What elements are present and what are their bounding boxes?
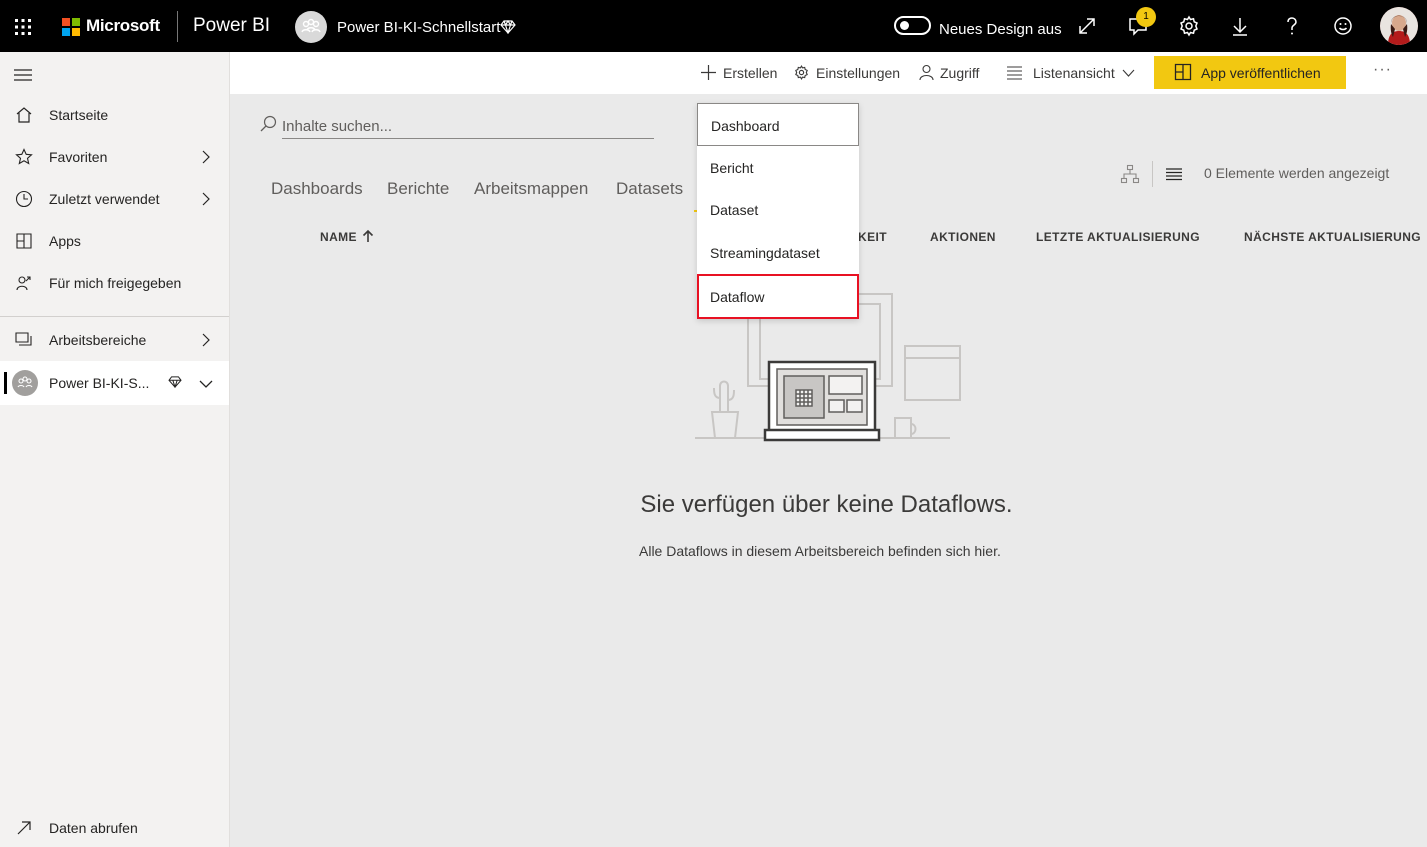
download-icon[interactable] [1228, 14, 1252, 38]
menu-item-label: Dataflow [710, 289, 765, 305]
arrow-up-right-icon [17, 821, 31, 835]
chevron-right-icon[interactable] [199, 150, 213, 164]
person-icon [919, 64, 934, 81]
sidebar-item-label: Favoriten [49, 149, 108, 165]
user-avatar[interactable] [1380, 7, 1418, 45]
app-icon [1174, 63, 1192, 81]
sidebar-item-favorites[interactable]: Favoriten [0, 138, 229, 176]
empty-state-subtitle: Alle Dataflows in diesem Arbeitsbereich … [639, 543, 1001, 559]
plus-icon [701, 65, 716, 80]
menu-item-label: Dashboard [711, 118, 780, 134]
left-navigation: Startseite Favoriten Zuletzt verwendet A… [0, 52, 230, 847]
workspaces-icon [15, 332, 32, 346]
chevron-down-icon [1122, 69, 1135, 77]
workspace-name[interactable]: Power BI-KI-Schnellstart [337, 19, 500, 36]
tab-workbooks[interactable]: Arbeitsmappen [474, 179, 588, 199]
hamburger-menu-icon[interactable] [14, 68, 32, 82]
microsoft-logo-icon [62, 18, 80, 36]
design-toggle-label: Neues Design aus [939, 21, 1062, 38]
get-data-label: Daten abrufen [49, 820, 138, 836]
lineage-view-icon[interactable] [1120, 164, 1140, 184]
get-data-link[interactable]: Daten abrufen [0, 809, 229, 847]
column-actions[interactable]: AKTIONEN [930, 230, 996, 244]
chevron-right-icon[interactable] [199, 192, 213, 206]
menu-item-report[interactable]: Bericht [697, 146, 859, 189]
create-button[interactable]: Erstellen [700, 65, 777, 81]
menu-item-dataflow[interactable]: Dataflow [697, 274, 859, 319]
menu-item-streaming-dataset[interactable]: Streamingdataset [697, 231, 859, 274]
sidebar-item-label: Startseite [49, 107, 109, 123]
sidebar-item-label: Apps [49, 233, 81, 249]
star-icon [15, 148, 33, 165]
access-button[interactable]: Zugriff [918, 64, 980, 81]
list-view-icon[interactable] [1164, 164, 1184, 184]
premium-diamond-icon [500, 20, 516, 34]
feedback-icon[interactable] [1331, 14, 1355, 38]
create-menu: Dashboard Bericht Dataset Streamingdatas… [697, 103, 859, 319]
sort-ascending-icon[interactable] [362, 229, 374, 243]
divider [1152, 161, 1153, 187]
divider [177, 11, 178, 42]
menu-item-dataset[interactable]: Dataset [697, 188, 859, 231]
settings-button[interactable]: Einstellungen [793, 65, 900, 81]
workspace-avatar [12, 370, 38, 396]
column-name[interactable]: NAME [320, 230, 357, 244]
menu-item-label: Bericht [710, 160, 754, 176]
app-name[interactable]: Power BI [193, 15, 270, 37]
design-toggle[interactable] [894, 16, 931, 35]
publish-app-button[interactable]: App veröffentlichen [1154, 56, 1346, 89]
more-options-button[interactable]: ··· [1373, 61, 1392, 79]
sidebar-item-apps[interactable]: Apps [0, 222, 229, 260]
search-icon [260, 115, 277, 132]
sidebar-item-label: Power BI-KI-S... [49, 375, 150, 391]
sidebar-item-workspaces[interactable]: Arbeitsbereiche [0, 321, 229, 359]
sidebar-item-label: Zuletzt verwendet [49, 191, 160, 207]
sidebar-item-shared[interactable]: Für mich freigegeben [0, 264, 229, 302]
empty-state-title: Sie verfügen über keine Dataflows. [0, 491, 1427, 519]
column-last-refresh[interactable]: LETZTE AKTUALISIERUNG [1036, 230, 1200, 244]
list-view-dropdown[interactable]: Listenansicht [1006, 65, 1135, 81]
column-next-refresh[interactable]: NÄCHSTE AKTUALISIERUNG [1244, 230, 1421, 244]
tab-datasets[interactable]: Datasets [616, 179, 683, 199]
list-icon [1007, 66, 1022, 80]
divider [0, 316, 229, 317]
workspace-avatar [295, 11, 327, 43]
sidebar-item-recent[interactable]: Zuletzt verwendet [0, 180, 229, 218]
sidebar-item-label: Für mich freigegeben [49, 275, 182, 291]
access-label: Zugriff [940, 65, 980, 81]
premium-diamond-icon [168, 376, 182, 388]
item-count: 0 Elemente werden angezeigt [1204, 165, 1390, 181]
search-box [258, 112, 654, 142]
menu-item-dashboard[interactable]: Dashboard [697, 103, 859, 146]
home-icon [16, 107, 32, 123]
list-view-label: Listenansicht [1033, 65, 1115, 81]
active-indicator [4, 372, 7, 394]
apps-icon [16, 233, 32, 249]
settings-icon [795, 65, 808, 80]
tab-reports[interactable]: Berichte [387, 179, 449, 199]
microsoft-brand[interactable]: Microsoft [86, 16, 160, 36]
search-input[interactable] [282, 115, 654, 139]
clock-icon [15, 190, 33, 208]
sidebar-item-current-workspace[interactable]: Power BI-KI-S... [0, 361, 229, 405]
menu-item-label: Dataset [710, 202, 759, 218]
menu-item-label: Streamingdataset [710, 245, 820, 261]
chevron-down-icon[interactable] [199, 377, 213, 391]
publish-app-label: App veröffentlichen [1201, 65, 1321, 81]
notification-badge: 1 [1136, 7, 1156, 27]
waffle-icon[interactable] [13, 17, 33, 37]
chevron-right-icon[interactable] [199, 333, 213, 347]
expand-icon[interactable] [1075, 14, 1099, 38]
tab-dashboards[interactable]: Dashboards [271, 179, 363, 199]
sidebar-item-label: Arbeitsbereiche [49, 332, 147, 348]
help-icon[interactable] [1280, 14, 1304, 38]
sidebar-item-home[interactable]: Startseite [0, 96, 229, 134]
empty-state-title-text: Sie verfügen über keine Dataflows. [640, 491, 1013, 518]
top-bar: Microsoft Power BI Power BI-KI-Schnellst… [0, 0, 1427, 52]
settings-icon[interactable] [1177, 14, 1201, 38]
column-partial[interactable]: KEIT [858, 230, 887, 244]
shared-icon [16, 276, 31, 291]
settings-label: Einstellungen [816, 65, 901, 81]
create-label: Erstellen [723, 65, 778, 81]
